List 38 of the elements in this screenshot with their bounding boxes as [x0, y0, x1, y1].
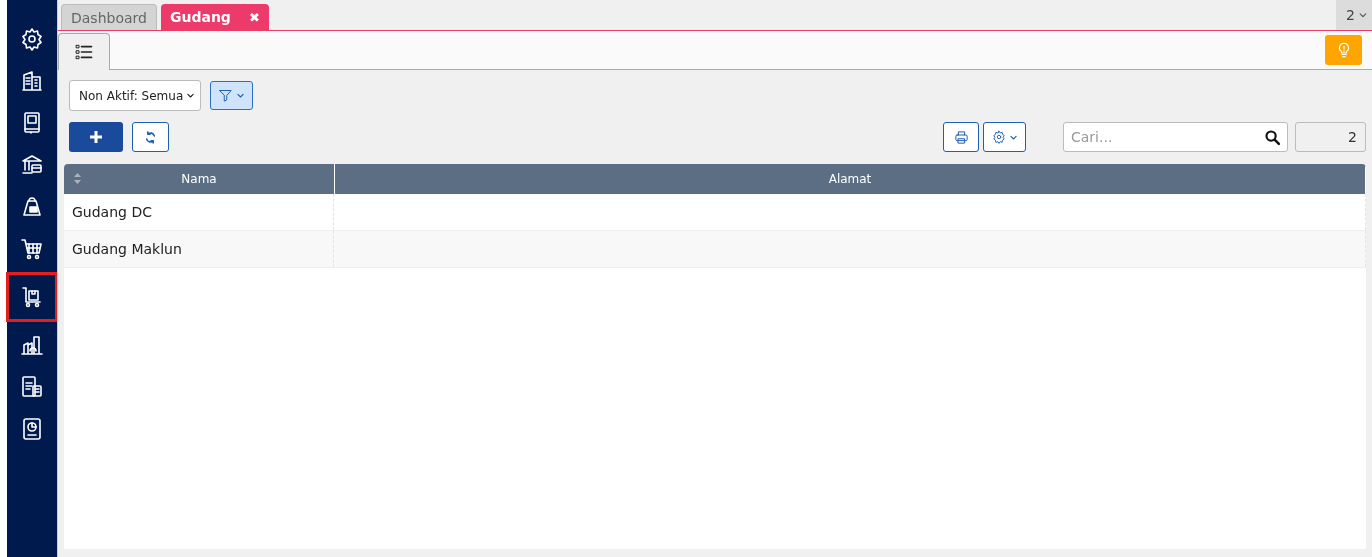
factory-icon: [20, 333, 44, 357]
column-header[interactable]: Nama: [64, 164, 335, 194]
chevron-down-icon: [1358, 10, 1368, 20]
print-button[interactable]: [943, 122, 979, 152]
refresh-icon: [144, 130, 157, 144]
price-bag-icon: [20, 195, 44, 219]
chevron-down-icon: [186, 91, 196, 100]
plus-icon: [88, 129, 104, 145]
search-field[interactable]: Cari...: [1063, 122, 1288, 152]
chevron-down-icon: [236, 91, 246, 100]
gear-icon: [991, 130, 1006, 144]
table-cell: Gudang DC: [64, 194, 334, 230]
bank-icon: [20, 153, 44, 177]
tab[interactable]: Dashboard: [61, 4, 157, 30]
shopping-cart-icon: [20, 237, 44, 261]
search-input: Cari...: [1069, 128, 1264, 146]
add-button[interactable]: [69, 122, 123, 152]
printer-icon: [953, 129, 969, 145]
table-cell: Gudang Maklun: [64, 231, 334, 267]
tab-count-dropdown[interactable]: 2: [1336, 0, 1372, 30]
filter-button[interactable]: [210, 81, 254, 110]
record-count-field: 2: [1295, 122, 1366, 152]
chart-report-icon: [20, 417, 44, 441]
filter-icon: [218, 88, 234, 103]
list-tab[interactable]: [58, 33, 110, 70]
settings-dropdown-button[interactable]: [983, 122, 1026, 152]
trolley-box-icon: [20, 285, 44, 309]
status-dropdown[interactable]: Non Aktif: Semua: [69, 80, 202, 111]
tab[interactable]: Gudang ✖: [160, 4, 269, 30]
list-icon: [74, 42, 94, 62]
search-icon: [1264, 128, 1281, 146]
building-icon: [20, 69, 44, 93]
sort-icon: [74, 173, 81, 184]
tax-document-icon: [20, 375, 44, 399]
close-button[interactable]: ✖: [248, 9, 260, 25]
column-header[interactable]: Alamat: [335, 164, 1366, 194]
gear-icon: [20, 27, 44, 51]
refresh-button[interactable]: [132, 122, 169, 152]
